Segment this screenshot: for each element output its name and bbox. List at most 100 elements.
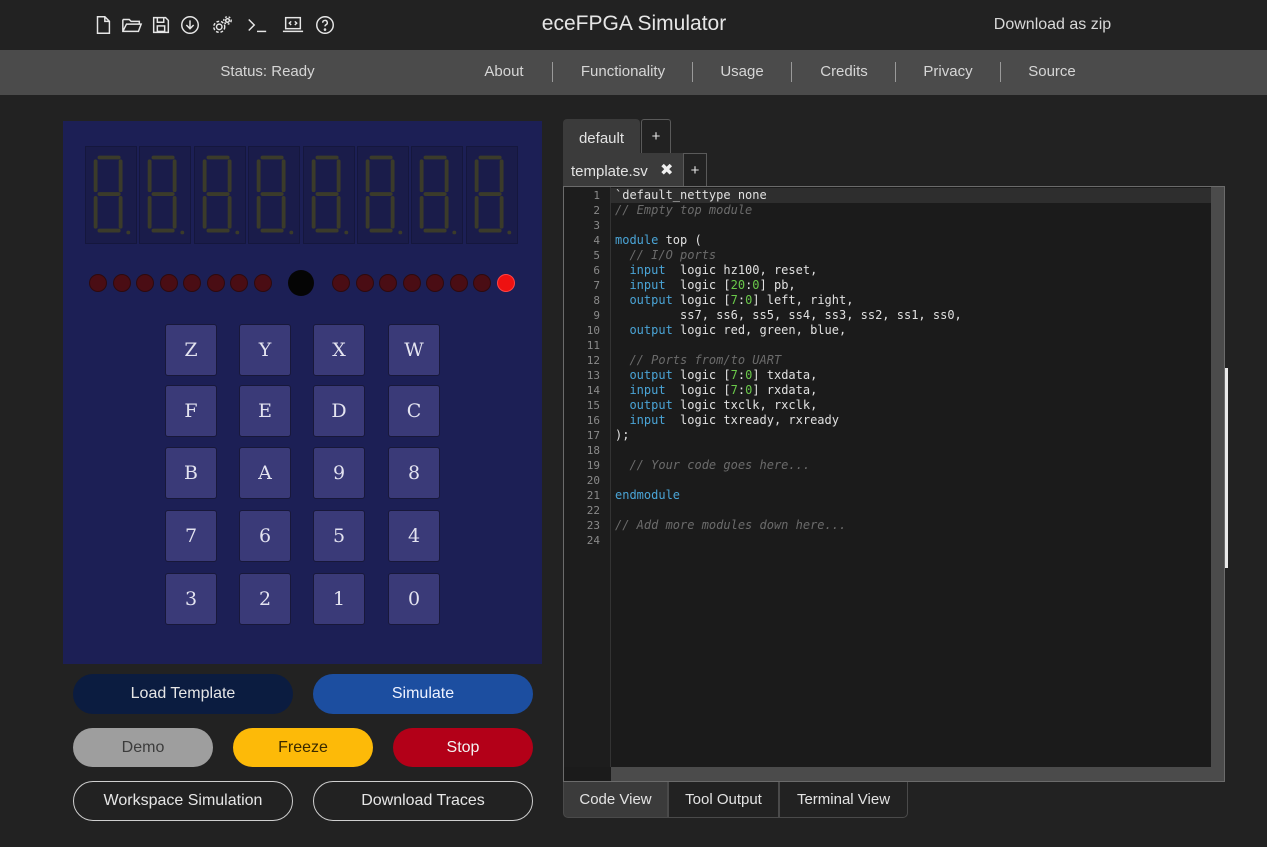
laptop-code-icon[interactable] xyxy=(281,13,305,37)
code-editor[interactable]: 1 2 3 4 5 6 7 8 9 10 11 12 13 14 15 16 17 18 19 20 21 22 23 24 … xyxy=(563,186,1225,782)
tab-terminal-view[interactable]: Terminal View xyxy=(779,782,908,818)
download-icon[interactable] xyxy=(178,13,202,37)
seven-segment-display xyxy=(357,146,409,244)
keypad-key[interactable]: W xyxy=(388,324,440,376)
keypad-key[interactable]: 7 xyxy=(165,510,217,562)
keypad-key[interactable]: X xyxy=(313,324,365,376)
nav-separator xyxy=(895,62,896,82)
load-template-button[interactable]: Load Template xyxy=(73,674,293,714)
code-line: input logic txready, rxready xyxy=(629,413,839,427)
help-icon[interactable] xyxy=(313,13,337,37)
terminal-icon[interactable] xyxy=(245,13,269,37)
top-bar: eceFPGA Simulator Download as zip xyxy=(0,0,1267,50)
stop-button[interactable]: Stop xyxy=(393,728,533,767)
keypad-key[interactable]: 3 xyxy=(165,573,217,625)
code-line: // Empty top module xyxy=(615,203,753,217)
nav-separator xyxy=(1000,62,1001,82)
open-folder-icon[interactable] xyxy=(120,13,144,37)
code-line: output logic red, green, blue, xyxy=(629,323,847,337)
keypad-key[interactable]: E xyxy=(239,385,291,437)
download-zip-link[interactable]: Download as zip xyxy=(980,16,1125,34)
tab-code-view[interactable]: Code View xyxy=(563,782,668,818)
file-tab-template[interactable]: template.sv ✖ xyxy=(563,153,683,186)
keypad-key[interactable]: 4 xyxy=(388,510,440,562)
keypad-key[interactable]: A xyxy=(239,447,291,499)
led-right xyxy=(332,274,350,292)
led-left xyxy=(136,274,154,292)
line-number: 2 xyxy=(593,204,600,217)
rgb-led xyxy=(288,270,314,296)
nav-separator xyxy=(552,62,553,82)
line-number: 6 xyxy=(593,264,600,277)
workspace-simulation-button[interactable]: Workspace Simulation xyxy=(73,781,293,821)
line-number: 16 xyxy=(586,414,600,427)
nav-source[interactable]: Source xyxy=(1024,63,1080,80)
workspace-tab-default[interactable]: default xyxy=(563,119,640,153)
line-number: 7 xyxy=(593,279,600,292)
line-number: 24 xyxy=(586,534,600,547)
led-left xyxy=(183,274,201,292)
add-workspace-button[interactable]: + xyxy=(641,119,671,153)
led-left xyxy=(207,274,225,292)
nav-functionality[interactable]: Functionality xyxy=(576,63,670,80)
demo-button[interactable]: Demo xyxy=(73,728,213,767)
led-right xyxy=(497,274,515,292)
new-file-icon[interactable] xyxy=(91,13,115,37)
line-number: 13 xyxy=(586,369,600,382)
keypad-key[interactable]: 8 xyxy=(388,447,440,499)
seven-segment-display xyxy=(139,146,191,244)
save-icon[interactable] xyxy=(149,13,173,37)
close-icon[interactable]: ✖ xyxy=(660,160,673,180)
line-number: 5 xyxy=(593,249,600,262)
keypad-key[interactable]: 0 xyxy=(388,573,440,625)
file-tab-label: template.sv xyxy=(571,163,648,180)
led-left xyxy=(254,274,272,292)
line-number: 8 xyxy=(593,294,600,307)
line-number: 19 xyxy=(586,459,600,472)
line-number: 11 xyxy=(586,339,600,352)
freeze-button[interactable]: Freeze xyxy=(233,728,373,767)
keypad-key[interactable]: Y xyxy=(239,324,291,376)
code-line: input logic hz100, reset, xyxy=(629,263,818,277)
horizontal-scrollbar[interactable] xyxy=(611,767,1211,781)
keypad-key[interactable]: Z xyxy=(165,324,217,376)
line-number: 12 xyxy=(586,354,600,367)
nav-about[interactable]: About xyxy=(476,63,532,80)
line-number: 10 xyxy=(586,324,600,337)
keypad-key[interactable]: 2 xyxy=(239,573,291,625)
download-traces-button[interactable]: Download Traces xyxy=(313,781,533,821)
nav-bar: Status: Ready About Functionality Usage … xyxy=(0,50,1267,95)
simulate-button[interactable]: Simulate xyxy=(313,674,533,714)
led-left xyxy=(160,274,178,292)
keypad-key[interactable]: 6 xyxy=(239,510,291,562)
code-line: `default_nettype none xyxy=(615,188,767,202)
seven-segment-display xyxy=(194,146,246,244)
nav-credits[interactable]: Credits xyxy=(815,63,873,80)
line-number: 14 xyxy=(586,384,600,397)
keypad-key[interactable]: D xyxy=(313,385,365,437)
seven-segment-display xyxy=(411,146,463,244)
led-left xyxy=(113,274,131,292)
keypad-key[interactable]: C xyxy=(388,385,440,437)
code-line: // Your code goes here... xyxy=(629,458,811,472)
keypad-key[interactable]: 9 xyxy=(313,447,365,499)
keypad-key[interactable]: B xyxy=(165,447,217,499)
line-number: 21 xyxy=(586,489,600,502)
keypad-key[interactable]: 5 xyxy=(313,510,365,562)
code-line: output logic txclk, rxclk, xyxy=(629,398,818,412)
led-right xyxy=(356,274,374,292)
line-number: 22 xyxy=(586,504,600,517)
keypad-key[interactable]: F xyxy=(165,385,217,437)
settings-icon[interactable] xyxy=(210,13,234,37)
keypad-key[interactable]: 1 xyxy=(313,573,365,625)
line-number: 17 xyxy=(586,429,600,442)
nav-usage[interactable]: Usage xyxy=(716,63,768,80)
seven-segment-display xyxy=(466,146,518,244)
page-scrollbar-thumb[interactable] xyxy=(1225,368,1228,568)
led-right xyxy=(379,274,397,292)
vertical-scrollbar[interactable] xyxy=(1211,187,1224,781)
add-file-button[interactable]: + xyxy=(683,153,707,186)
line-number: 15 xyxy=(586,399,600,412)
nav-privacy[interactable]: Privacy xyxy=(918,63,978,80)
tab-tool-output[interactable]: Tool Output xyxy=(668,782,779,818)
